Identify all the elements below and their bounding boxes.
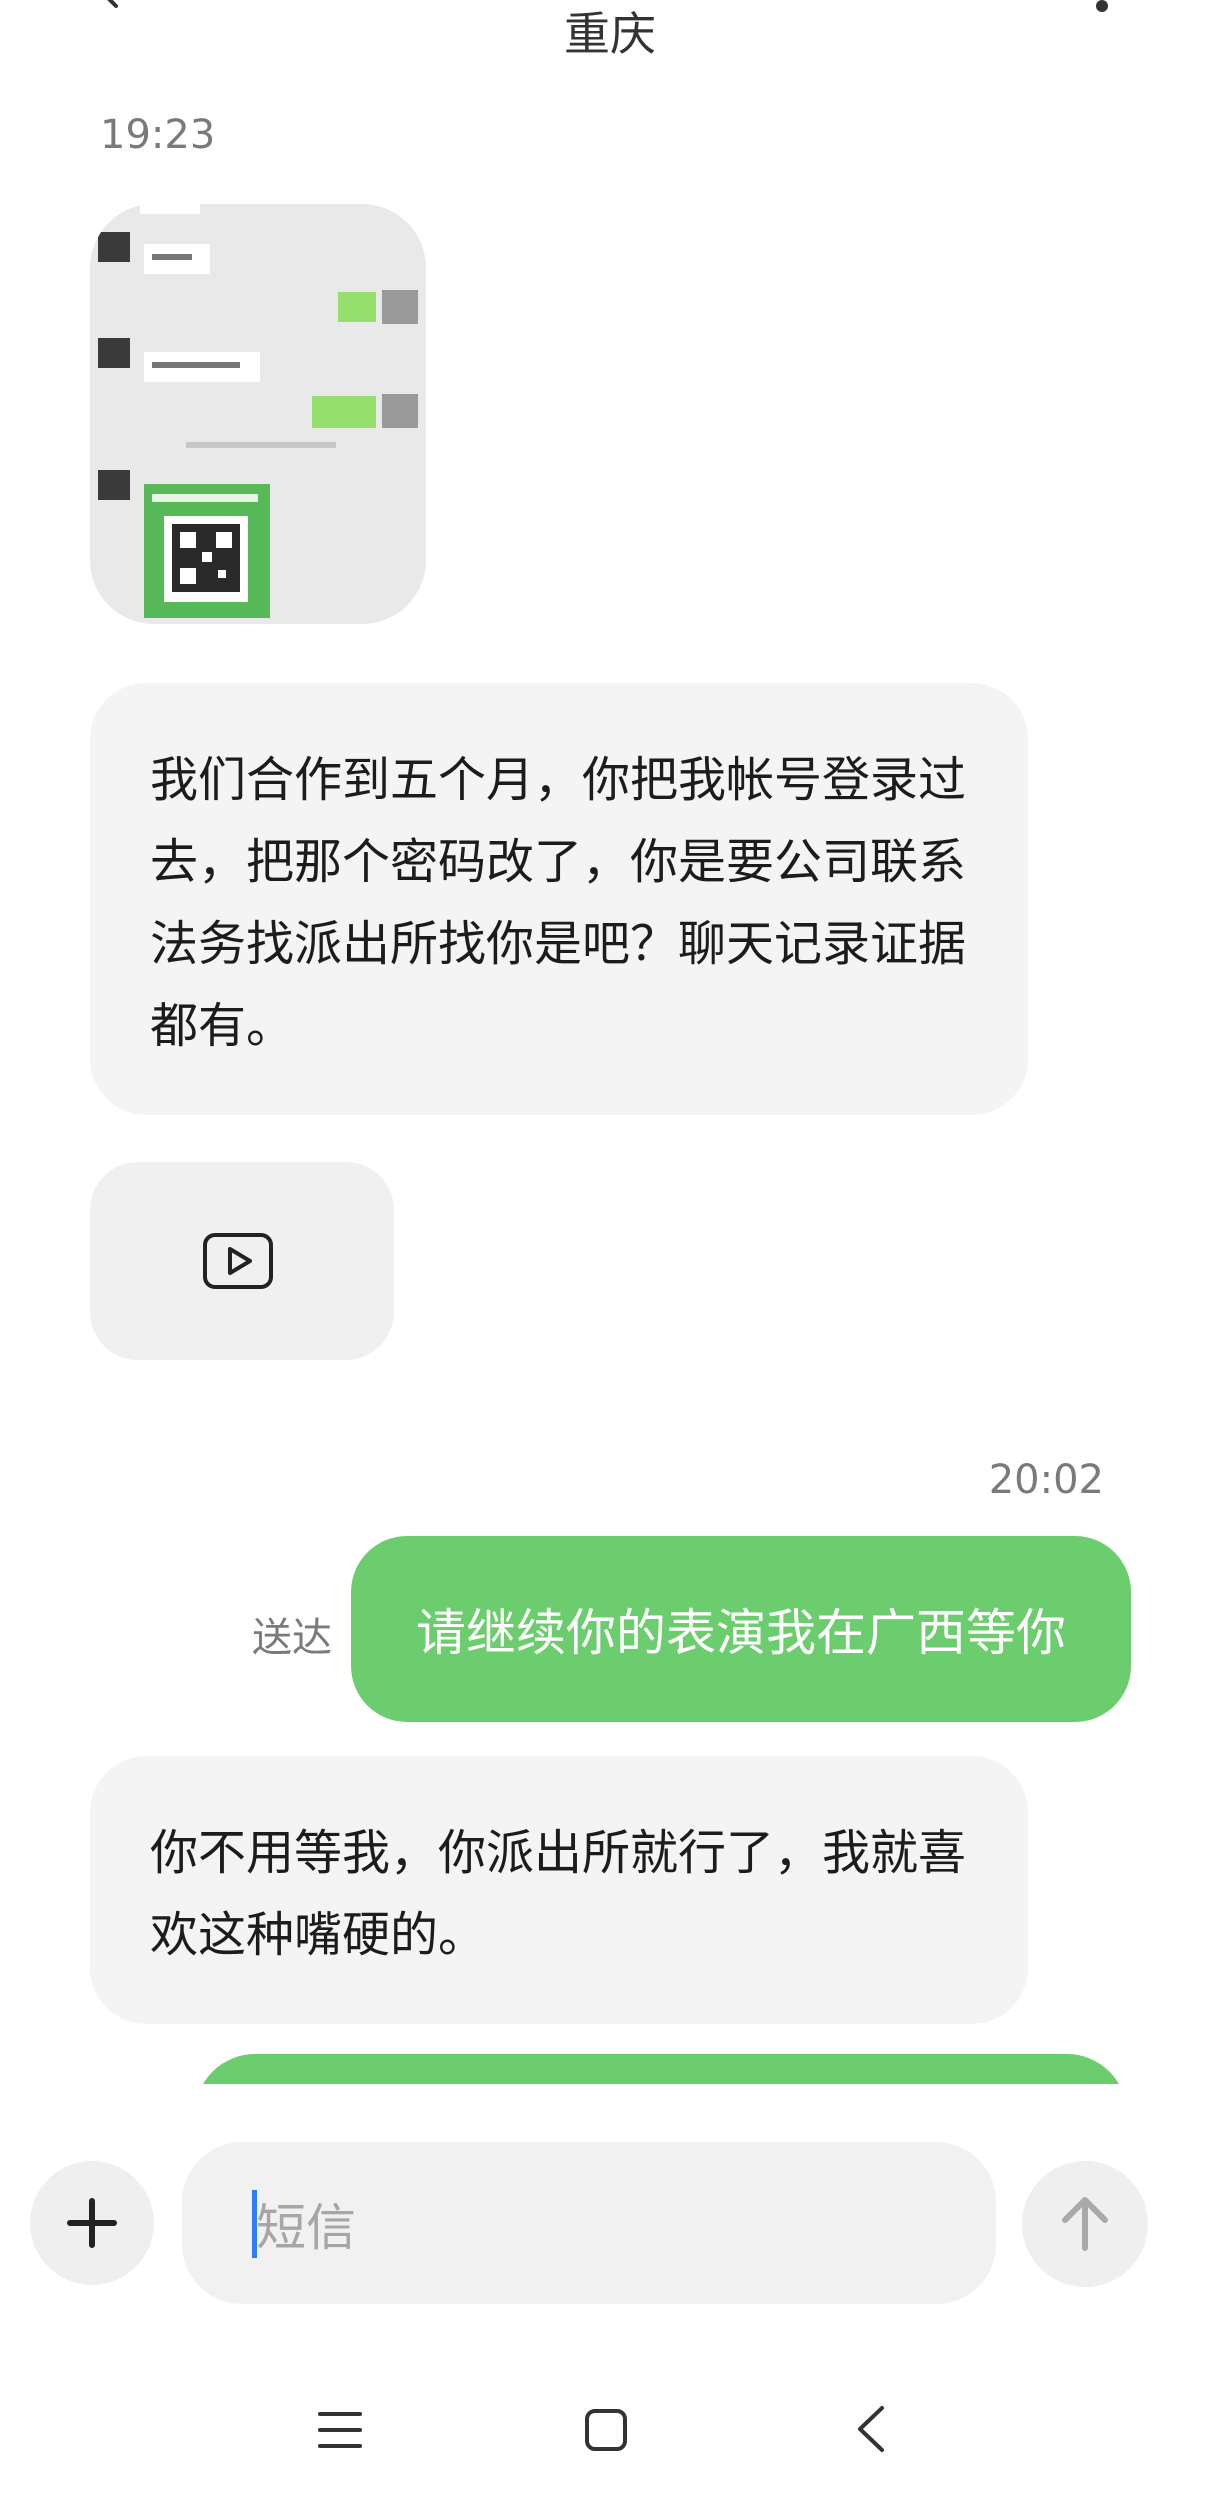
plus-icon — [67, 2198, 117, 2248]
video-message[interactable] — [90, 1162, 394, 1360]
outgoing-message-text: 请继续你的表演我在广西等你 — [416, 1604, 1066, 1662]
image-message[interactable] — [90, 204, 426, 624]
delivery-status: 送达 — [252, 1615, 332, 1661]
sms-conversation-screen: 重庆 19:23 我们合作到五个月，你把我帐号登录过去，把那个密码改了，你是要公… — [0, 0, 1220, 2504]
sms-input[interactable]: 短信 — [182, 2142, 996, 2304]
arrow-up-icon — [1062, 2197, 1108, 2251]
add-attachment-button[interactable] — [30, 2161, 154, 2285]
menu-icon[interactable] — [318, 2410, 362, 2450]
chat-screenshot-image — [90, 204, 426, 624]
message-timestamp: 19:23 — [100, 112, 216, 158]
more-icon[interactable] — [1096, 0, 1108, 12]
sms-input-placeholder: 短信 — [256, 2199, 356, 2257]
play-icon — [203, 1233, 273, 1289]
incoming-message-bubble[interactable]: 我们合作到五个月，你把我帐号登录过去，把那个密码改了，你是要公司联系法务找派出所… — [90, 683, 1028, 1115]
contact-title: 重庆 — [564, 7, 656, 61]
message-timestamp: 20:02 — [988, 1457, 1104, 1503]
nav-back-icon[interactable] — [854, 2404, 888, 2454]
conversation-header: 重庆 — [0, 0, 1220, 70]
incoming-message-bubble[interactable]: 你不用等我，你派出所就行了，我就喜欢这种嘴硬的。 — [90, 1756, 1028, 2024]
send-button[interactable] — [1022, 2161, 1148, 2287]
home-square-icon[interactable] — [584, 2408, 628, 2452]
outgoing-message-bubble[interactable]: 请继续你的表演我在广西等你 — [351, 1536, 1131, 1722]
